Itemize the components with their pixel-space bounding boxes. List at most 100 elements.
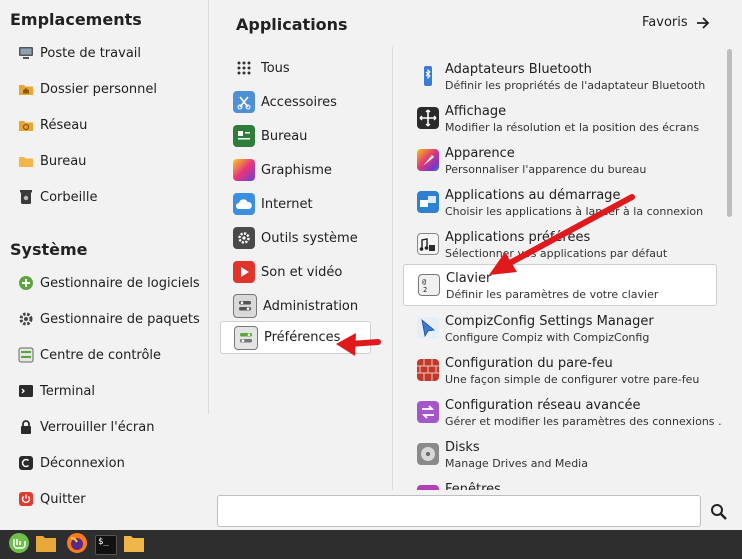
app-description: Choisir les applications à lancer à la c… (445, 205, 704, 218)
display-icon (417, 107, 439, 129)
app-network-config[interactable]: Configuration réseau avancée Gérer et mo… (403, 393, 723, 434)
category-internet[interactable]: Internet (220, 187, 371, 221)
panel-divider (208, 0, 209, 414)
system-item-software-manager[interactable]: Gestionnaire de logiciels (10, 269, 200, 297)
app-name: Configuration du pare-feu (445, 356, 613, 371)
app-description: Gérer et modifier les paramètres des con… (445, 415, 723, 428)
category-label: Accessoires (261, 94, 337, 110)
place-desktop[interactable]: Bureau (10, 147, 86, 175)
power-icon (18, 491, 34, 507)
place-trash[interactable]: Corbeille (10, 183, 97, 211)
app-startup-applications[interactable]: Applications au démarrage Choisir les ap… (403, 183, 717, 224)
place-label: Réseau (40, 117, 88, 133)
app-firewall[interactable]: Configuration du pare-feu Une façon simp… (403, 351, 717, 392)
place-label: Bureau (40, 153, 87, 169)
category-sound-video[interactable]: Son et vidéo (220, 255, 371, 289)
app-disks[interactable]: Disks Manage Drives and Media (403, 435, 717, 476)
administration-icon (233, 294, 257, 318)
app-compizconfig[interactable]: CompizConfig Settings Manager Configure … (403, 309, 717, 350)
system-item-package-manager[interactable]: Gestionnaire de paquets (10, 305, 200, 333)
app-keyboard[interactable]: @2 Clavier Définir les paramètres de vot… (403, 264, 717, 306)
place-computer[interactable]: Poste de travail (10, 39, 141, 67)
folder-icon (123, 533, 145, 557)
place-home[interactable]: Dossier personnel (10, 75, 157, 103)
graphics-icon (233, 159, 255, 181)
app-name: Applications au démarrage (445, 188, 621, 203)
left-panel: Emplacements Poste de travail Dossier pe… (0, 0, 208, 530)
system-item-logout[interactable]: Déconnexion (10, 449, 125, 477)
app-windows[interactable]: Fenêtres (403, 477, 717, 490)
category-system-tools[interactable]: Outils système (220, 221, 371, 255)
terminal-prompt: $_ (98, 537, 109, 547)
bluetooth-icon (417, 65, 439, 87)
app-description: Sélectionner vos applications par défaut (445, 247, 668, 260)
accessories-icon (233, 91, 255, 113)
category-office[interactable]: Bureau (220, 119, 371, 153)
system-item-label: Gestionnaire de logiciels (40, 275, 200, 291)
taskbar-files[interactable] (33, 533, 59, 557)
category-accessories[interactable]: Accessoires (220, 85, 371, 119)
app-description: Personnaliser l'apparence du bureau (445, 163, 647, 176)
taskbar-terminal[interactable]: $_ (94, 533, 118, 557)
application-list: Adaptateurs Bluetooth Définir les propri… (403, 47, 723, 490)
applications-title: Applications (236, 15, 348, 34)
system-item-label: Centre de contrôle (40, 347, 162, 363)
category-label: Administration (263, 298, 359, 314)
appearance-icon (417, 149, 439, 171)
app-bluetooth-adapters[interactable]: Adaptateurs Bluetooth Définir les propri… (403, 57, 717, 98)
app-name: CompizConfig Settings Manager (445, 314, 654, 329)
system-item-label: Gestionnaire de paquets (40, 311, 200, 327)
package-manager-icon (18, 311, 34, 327)
app-name: Affichage (445, 104, 507, 119)
category-label: Graphisme (261, 162, 332, 178)
compiz-icon (417, 317, 439, 339)
search-input[interactable] (217, 495, 701, 527)
system-item-terminal[interactable]: Terminal (10, 377, 95, 405)
system-item-control-center[interactable]: Centre de contrôle (10, 341, 161, 369)
terminal-icon (18, 383, 34, 399)
app-name: Adaptateurs Bluetooth (445, 62, 592, 77)
category-divider (392, 47, 393, 490)
firewall-icon (417, 359, 439, 381)
office-icon (233, 125, 255, 147)
internet-icon (233, 193, 255, 215)
app-description: Configure Compiz with CompizConfig (445, 331, 650, 344)
startup-apps-icon (417, 191, 439, 213)
taskbar-firefox[interactable] (65, 533, 89, 557)
mint-menu-button[interactable] (7, 533, 31, 557)
app-name: Configuration réseau avancée (445, 398, 641, 413)
category-all[interactable]: Tous (220, 51, 371, 85)
category-label: Son et vidéo (261, 264, 343, 280)
firefox-icon (66, 532, 88, 558)
category-administration[interactable]: Administration (220, 289, 371, 323)
place-label: Dossier personnel (40, 81, 158, 97)
logout-icon (18, 455, 34, 471)
system-item-lock[interactable]: Verrouiller l'écran (10, 413, 154, 441)
category-preferences[interactable]: Préférences (220, 321, 371, 354)
app-preferred-applications[interactable]: Applications préférées Sélectionner vos … (403, 225, 717, 266)
windows-icon (417, 485, 439, 490)
category-label: Bureau (261, 128, 308, 144)
system-item-quit[interactable]: Quitter (10, 485, 86, 513)
keyboard-icon: @2 (418, 274, 440, 296)
files-icon (35, 533, 57, 557)
system-item-label: Déconnexion (40, 455, 125, 471)
favorites-button[interactable]: Favoris (642, 15, 710, 30)
app-appearance[interactable]: Apparence Personnaliser l'apparence du b… (403, 141, 717, 182)
place-network[interactable]: Réseau (10, 111, 87, 139)
mint-menu-icon (8, 532, 30, 558)
svg-text:@: @ (422, 278, 427, 286)
favorites-label: Favoris (642, 15, 688, 30)
grid-icon (233, 57, 255, 79)
app-display[interactable]: Affichage Modifier la résolution et la p… (403, 99, 717, 140)
category-label: Tous (261, 60, 290, 76)
terminal-icon: $_ (95, 535, 117, 555)
app-description: Définir les propriétés de l'adaptateur B… (445, 79, 706, 92)
home-folder-icon (18, 81, 34, 97)
scrollbar-thumb[interactable] (727, 49, 732, 217)
places-title: Emplacements (10, 10, 142, 29)
app-name: Apparence (445, 146, 515, 161)
category-graphics[interactable]: Graphisme (220, 153, 371, 187)
taskbar-folder[interactable] (121, 533, 147, 557)
search-icon[interactable] (709, 502, 729, 522)
